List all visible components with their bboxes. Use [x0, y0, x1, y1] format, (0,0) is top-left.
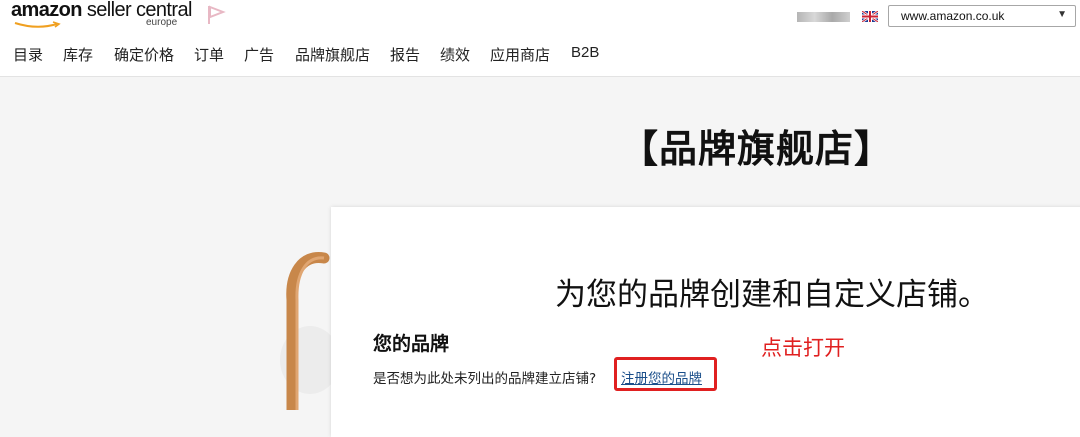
nav-item-advertising[interactable]: 广告 [244, 44, 274, 65]
uk-flag-icon [862, 11, 878, 22]
chevron-down-icon: ▼ [1057, 9, 1067, 20]
section-title-your-brands: 您的品牌 [373, 333, 450, 355]
marketplace-select[interactable]: www.amazon.co.uk ▼ [888, 5, 1076, 27]
store-card: 为您的品牌创建和自定义店铺。 您的品牌 是否想为此处未列出的品牌建立店铺? 注册… [331, 207, 1080, 437]
account-name-redacted [797, 12, 850, 22]
nav-item-orders[interactable]: 订单 [194, 44, 224, 65]
nav-item-b2b[interactable]: B2B [571, 44, 599, 61]
annotation-click-to-open: 点击打开 [761, 336, 845, 360]
nav-item-inventory[interactable]: 库存 [63, 44, 93, 65]
decorative-image [280, 252, 334, 410]
register-brand-link[interactable]: 注册您的品牌 [621, 367, 702, 387]
nav-item-appstore[interactable]: 应用商店 [490, 44, 550, 65]
marketplace-value: www.amazon.co.uk [901, 9, 1005, 23]
unlisted-brand-question: 是否想为此处未列出的品牌建立店铺? [373, 371, 597, 387]
logo-region: europe [146, 17, 178, 28]
nav-item-performance[interactable]: 绩效 [440, 44, 470, 65]
card-title: 为您的品牌创建和自定义店铺。 [555, 277, 989, 313]
top-bar: amazon seller central europe www.amazon.… [0, 0, 1080, 77]
nav-item-pricing[interactable]: 确定价格 [114, 44, 174, 65]
nav-item-stores[interactable]: 品牌旗舰店 [295, 44, 370, 65]
nav-item-reports[interactable]: 报告 [390, 44, 420, 65]
nav-item-catalog[interactable]: 目录 [13, 44, 43, 65]
flag-icon[interactable] [206, 4, 226, 26]
amazon-smile-icon [14, 21, 61, 28]
page-title: 【品牌旗舰店】 [620, 127, 894, 171]
